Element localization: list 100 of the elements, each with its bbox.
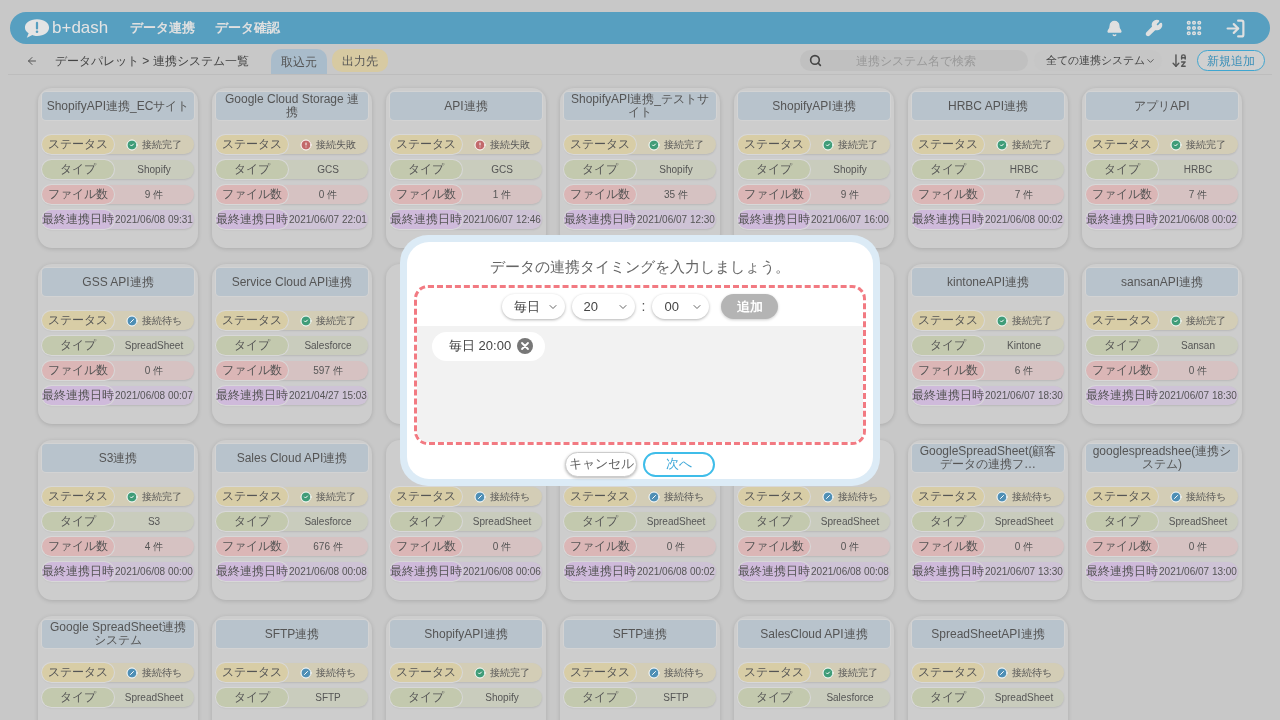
field-label: ファイル数 bbox=[42, 185, 114, 204]
field-label: ステータス bbox=[216, 311, 288, 330]
next-button[interactable]: 次へ bbox=[643, 451, 715, 477]
field-label: ステータス bbox=[738, 135, 810, 154]
card[interactable]: SalesCloud API連携 ステータス 接続完了 タイプ Salesforce bbox=[734, 616, 894, 720]
cancel-button[interactable]: キャンセル bbox=[565, 451, 637, 477]
field-value: 2021/06/07 13:00 bbox=[1159, 565, 1237, 579]
field-label: 最終連携日時 bbox=[216, 562, 288, 581]
field-value: 接続完了 bbox=[142, 490, 182, 504]
field-value: 接続待ち bbox=[490, 490, 530, 504]
field-label: ステータス bbox=[564, 135, 636, 154]
field-label: タイプ bbox=[1086, 512, 1158, 531]
card[interactable]: S3連携 ステータス 接続完了 タイプ S3 ファイル数 4 件 最終連携日時2021/06/08 00:00 bbox=[38, 440, 198, 600]
card-title: SalesCloud API連携 bbox=[760, 627, 868, 641]
dropdown[interactable]: 20 bbox=[571, 294, 635, 319]
field-label: 最終連携日時 bbox=[564, 210, 636, 229]
field-label: 最終連携日時 bbox=[216, 210, 288, 229]
field-value: 0 件 bbox=[318, 188, 338, 202]
field-label: ステータス bbox=[1086, 135, 1158, 154]
card[interactable]: Google Cloud Storage 連携 ステータス 接続失敗 タイプ GCS ファイル数 0 件 最終連携日時2021/06/07 22:01 bbox=[212, 88, 372, 248]
field-label: ステータス bbox=[216, 487, 288, 506]
field-value: 2021/06/08 00:00 bbox=[115, 565, 193, 579]
field-value: SpreadSheet bbox=[646, 515, 706, 529]
field-label: ステータス bbox=[42, 135, 114, 154]
field-value: 接続待ち bbox=[1012, 666, 1052, 680]
card[interactable]: googlespreadshee(連携システム) ステータス 接続待ち タイプ SpreadSheet ファイル数 0 件 最終連携日時2021/06/07 13:00 bbox=[1082, 440, 1242, 600]
field-value: SpreadSheet bbox=[994, 691, 1054, 705]
field-value: S3 bbox=[147, 515, 161, 529]
card[interactable]: SFTP連携 ステータス 接続待ち タイプ SFTP bbox=[560, 616, 720, 720]
wrench-icon[interactable] bbox=[1145, 19, 1163, 37]
field-value: 接続待ち bbox=[1186, 490, 1226, 504]
card[interactable]: Service Cloud API連携 ステータス 接続完了 タイプ Salesforce ファイル数 597 件 最終連携日時2021/04/27 15:03 bbox=[212, 264, 372, 424]
card-title: Service Cloud API連携 bbox=[231, 275, 353, 289]
field-label: タイプ bbox=[738, 688, 810, 707]
field-label: タイプ bbox=[42, 512, 114, 531]
bell-icon[interactable] bbox=[1106, 19, 1123, 37]
field-value: 7 件 bbox=[1188, 188, 1208, 202]
field-value: 接続待ち bbox=[664, 490, 704, 504]
field-label: ファイル数 bbox=[216, 361, 288, 380]
tab[interactable]: 出力先 bbox=[331, 49, 388, 72]
card[interactable]: Sales Cloud API連携 ステータス 接続完了 タイプ Salesforce ファイル数 676 件 最終連携日時2021/06/08 00:08 bbox=[212, 440, 372, 600]
card[interactable]: ShopifyAPI連携 ステータス 接続完了 タイプ Shopify bbox=[386, 616, 546, 720]
field-value: 2021/06/08 00:07 bbox=[115, 389, 193, 403]
remove-icon[interactable] bbox=[517, 338, 534, 354]
field-value: SFTP bbox=[663, 691, 689, 705]
field-value: 2021/06/07 22:01 bbox=[289, 213, 367, 227]
back-arrow-icon[interactable] bbox=[26, 54, 38, 67]
card[interactable]: ShopifyAPI連携_ECサイト ステータス 接続完了 タイプ Shopify ファイル数 9 件 最終連携日時2021/06/08 09:31 bbox=[38, 88, 198, 248]
field-value: HRBC bbox=[1009, 163, 1039, 177]
field-value: Salesforce bbox=[304, 515, 352, 529]
field-label: ファイル数 bbox=[42, 361, 114, 380]
field-label: タイプ bbox=[216, 336, 288, 355]
field-value: 0 件 bbox=[1188, 540, 1208, 554]
field-label: 最終連携日時 bbox=[738, 210, 810, 229]
dropdown[interactable]: 00 bbox=[652, 294, 710, 319]
field-value: 接続完了 bbox=[664, 138, 704, 152]
field-value: SpreadSheet bbox=[472, 515, 532, 529]
apps-grid-icon[interactable] bbox=[1185, 19, 1203, 37]
field-label: タイプ bbox=[912, 336, 984, 355]
card[interactable]: API連携 ステータス 接続失敗 タイプ GCS ファイル数 1 件 最終連携日時2021/06/07 12:46 bbox=[386, 88, 546, 248]
field-label: ファイル数 bbox=[564, 185, 636, 204]
sort-az-icon[interactable] bbox=[1171, 52, 1188, 69]
field-label: タイプ bbox=[912, 512, 984, 531]
field-value: 接続待ち bbox=[142, 314, 182, 328]
sign-in-icon[interactable] bbox=[1225, 17, 1246, 39]
field-value: 0 件 bbox=[840, 540, 860, 554]
field-value: 2021/06/07 13:30 bbox=[985, 565, 1063, 579]
field-label: ファイル数 bbox=[912, 537, 984, 556]
field-label: タイプ bbox=[912, 160, 984, 179]
card[interactable]: HRBC API連携 ステータス 接続完了 タイプ HRBC ファイル数 7 件 最終連携日時2021/06/08 00:02 bbox=[908, 88, 1068, 248]
card[interactable]: SpreadSheetAPI連携 ステータス 接続待ち タイプ SpreadSheet bbox=[908, 616, 1068, 720]
field-value: 2021/06/07 16:00 bbox=[811, 213, 889, 227]
card-title: Sales Cloud API連携 bbox=[236, 451, 348, 465]
field-label: ファイル数 bbox=[564, 537, 636, 556]
card[interactable]: SFTP連携 ステータス 接続待ち タイプ SFTP bbox=[212, 616, 372, 720]
card-title: SFTP連携 bbox=[612, 627, 668, 641]
field-label: ファイル数 bbox=[390, 185, 462, 204]
card[interactable]: kintoneAPI連携 ステータス 接続完了 タイプ Kintone ファイル数 6 件 最終連携日時2021/06/07 18:30 bbox=[908, 264, 1068, 424]
card[interactable]: Google SpreadSheet連携システム ステータス 接続待ち タイプ SpreadSheet bbox=[38, 616, 198, 720]
card[interactable]: アプリAPI ステータス 接続完了 タイプ HRBC ファイル数 7 件 最終連携日時2021/06/08 00:02 bbox=[1082, 88, 1242, 248]
field-value: 35 件 bbox=[664, 188, 688, 202]
field-label: 最終連携日時 bbox=[42, 562, 114, 581]
field-label: ファイル数 bbox=[738, 185, 810, 204]
card[interactable]: GSS API連携 ステータス 接続待ち タイプ SpreadSheet ファイル数 0 件 最終連携日時2021/06/08 00:07 bbox=[38, 264, 198, 424]
card-title: SFTP連携 bbox=[264, 627, 320, 641]
field-value: 0 件 bbox=[492, 540, 512, 554]
schedule-chip: 毎日 20:00 bbox=[432, 331, 546, 361]
field-label: タイプ bbox=[42, 336, 114, 355]
dropdown[interactable]: 毎日 bbox=[501, 294, 565, 319]
card[interactable]: sansanAPI連携 ステータス 接続完了 タイプ Sansan ファイル数 0 件 最終連携日時2021/06/07 18:30 bbox=[1082, 264, 1242, 424]
card[interactable]: GoogleSpreadSheet(顧客データの連携フ… ステータス 接続待ち タイプ SpreadSheet ファイル数 0 件 最終連携日時2021/06/07 13:30 bbox=[908, 440, 1068, 600]
field-value: 接続待ち bbox=[664, 666, 704, 680]
card[interactable]: ShopifyAPI連携 ステータス 接続完了 タイプ Shopify ファイル数 9 件 最終連携日時2021/06/07 16:00 bbox=[734, 88, 894, 248]
field-label: タイプ bbox=[216, 160, 288, 179]
field-value: Shopify bbox=[485, 691, 519, 705]
field-label: ファイル数 bbox=[216, 185, 288, 204]
field-label: ステータス bbox=[912, 311, 984, 330]
field-value: 2021/06/08 00:02 bbox=[637, 565, 715, 579]
field-value: 接続完了 bbox=[1012, 138, 1052, 152]
tab[interactable]: 取込元 bbox=[270, 49, 327, 74]
